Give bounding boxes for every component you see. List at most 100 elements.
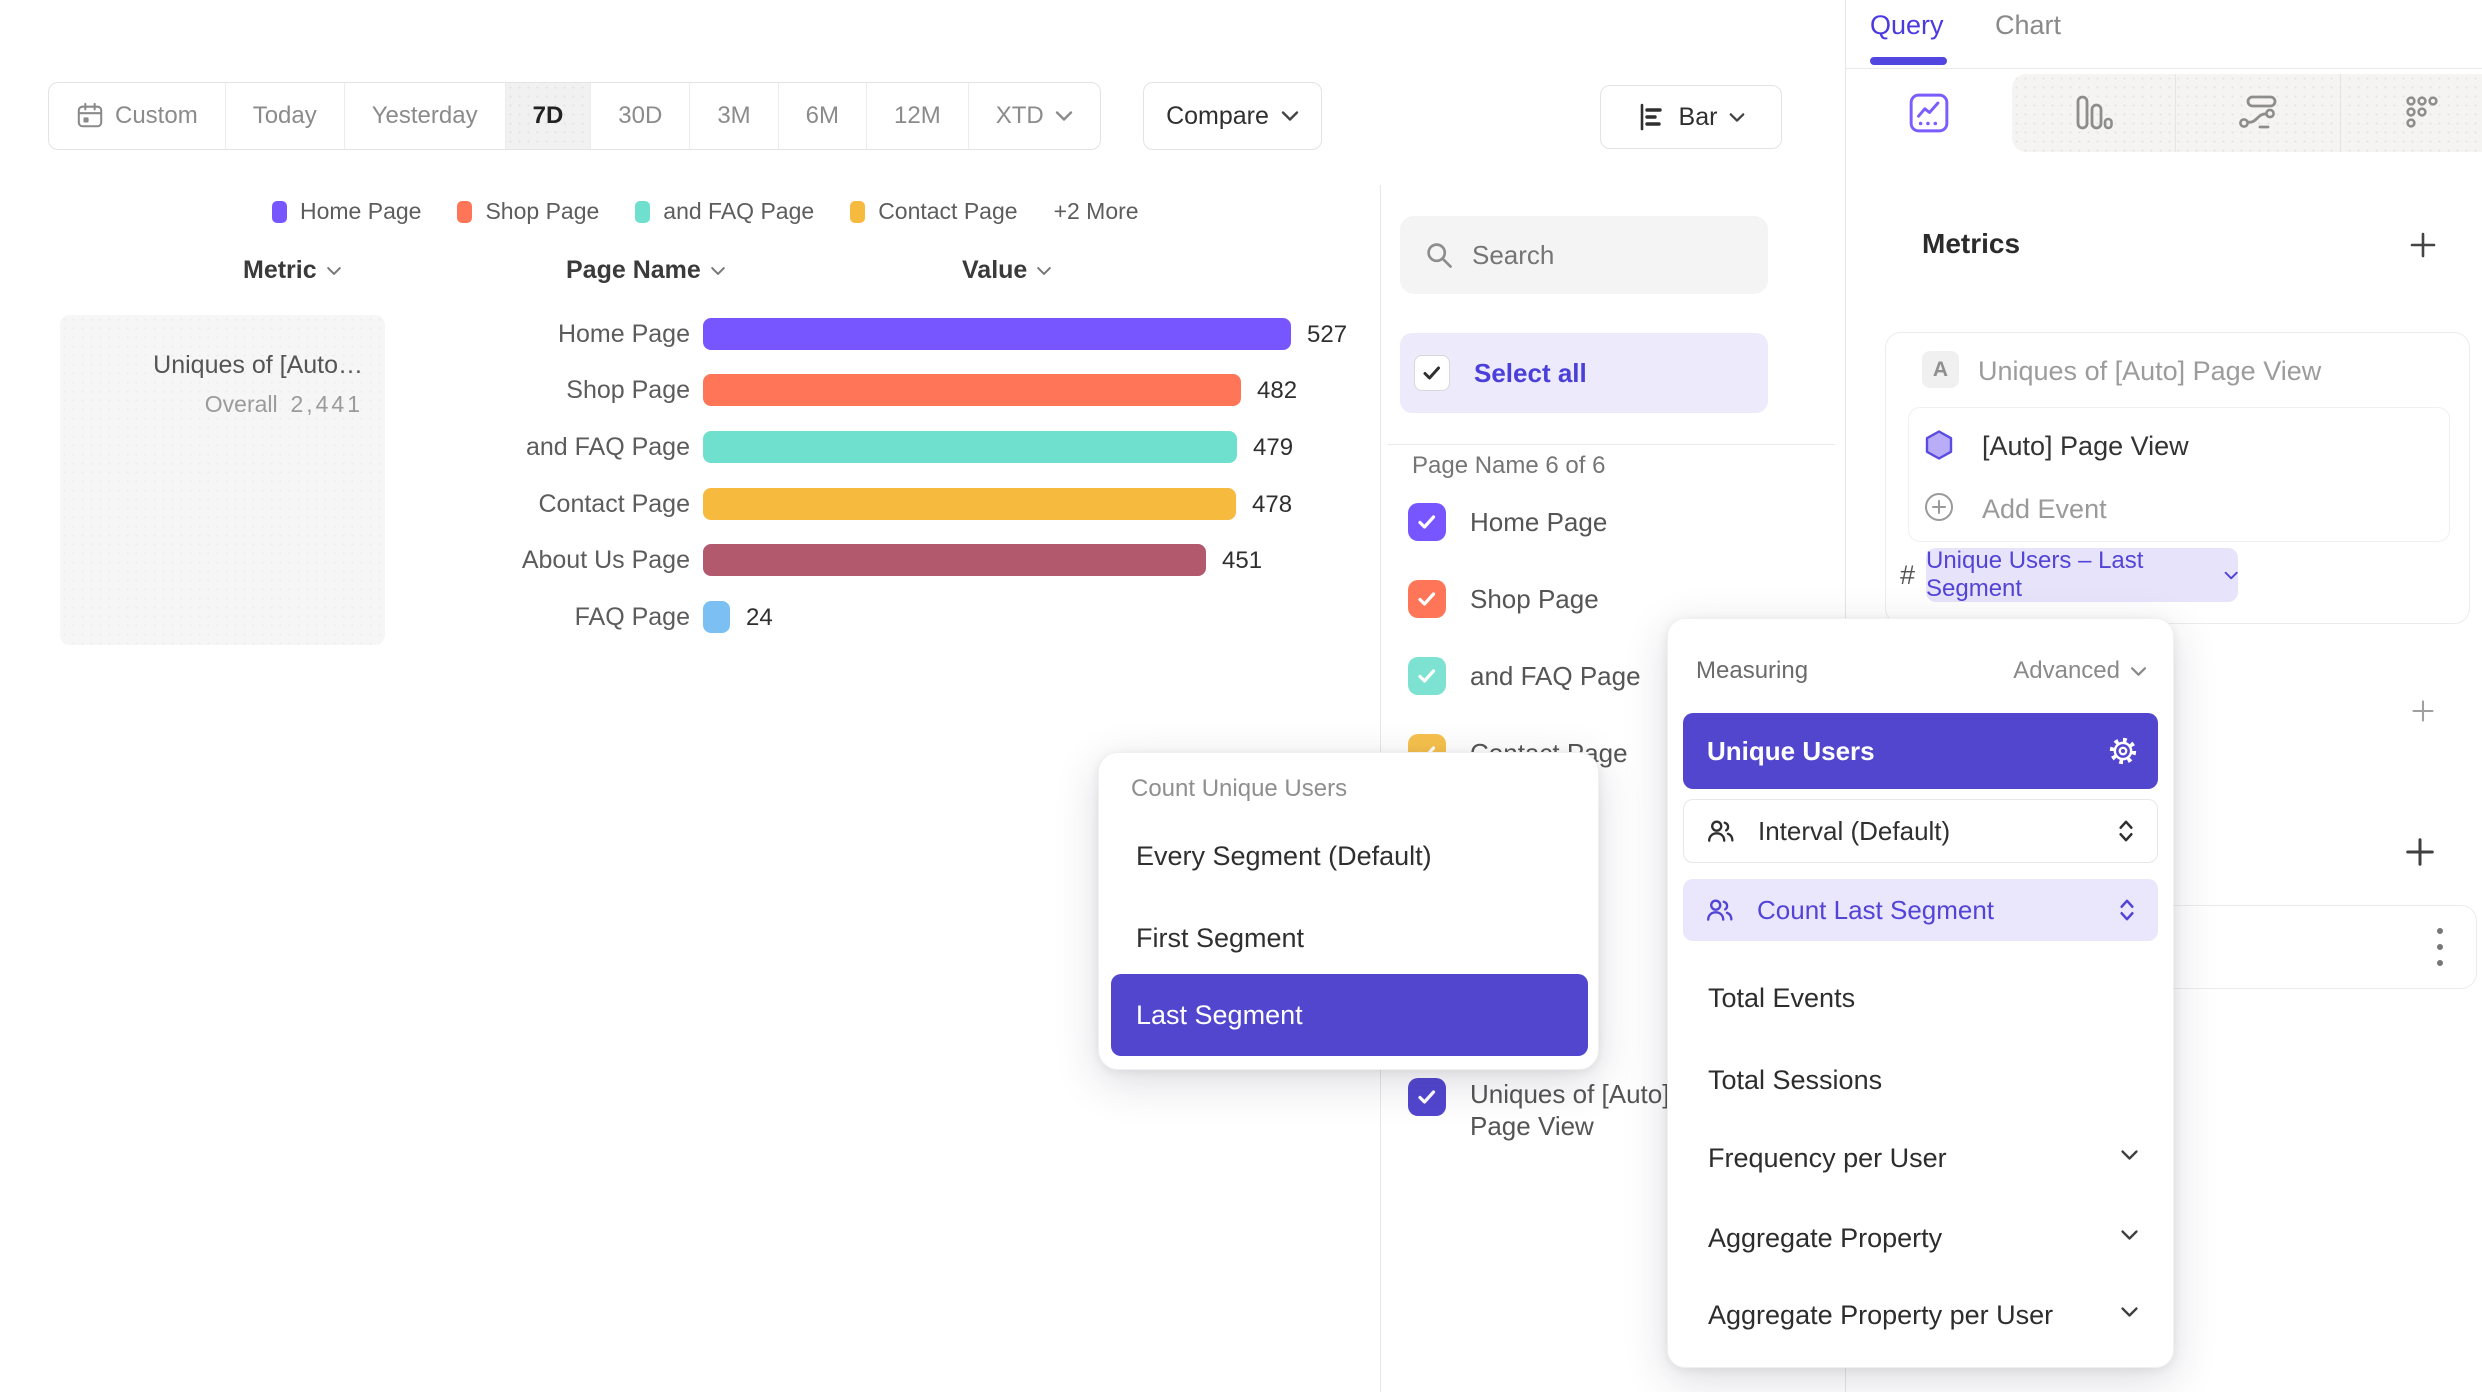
legend-item[interactable]: Shop Page	[457, 198, 599, 225]
option-unique-users-selected[interactable]: Unique Users	[1683, 713, 2158, 789]
add-event-icon[interactable]	[1924, 492, 1954, 527]
metrics-heading: Metrics	[1922, 228, 2020, 260]
event-label[interactable]: [Auto] Page View	[1982, 431, 2189, 462]
tab-query[interactable]: Query	[1870, 10, 1944, 41]
option-frequency-per-user[interactable]: Frequency per User	[1708, 1143, 1947, 1174]
table-row: About Us Page 451	[0, 544, 1380, 578]
search-box[interactable]	[1400, 216, 1768, 294]
column-header-page-name[interactable]: Page Name	[566, 256, 726, 285]
page-name-label: FAQ Page	[370, 603, 690, 632]
checkbox-shop-page[interactable]	[1408, 580, 1446, 618]
measure-pill[interactable]: Unique Users – Last Segment	[1926, 548, 2238, 602]
date-range-12m[interactable]: 12M	[867, 83, 969, 149]
add-event-label[interactable]: Add Event	[1982, 494, 2107, 525]
advanced-toggle[interactable]: Advanced	[2013, 657, 2147, 685]
legend-item[interactable]: and FAQ Page	[635, 198, 814, 225]
tab-flows[interactable]	[2236, 92, 2280, 139]
compare-button[interactable]: Compare	[1143, 82, 1322, 150]
date-range-7d[interactable]: 7D	[506, 83, 592, 149]
check-icon	[1415, 1085, 1439, 1109]
date-range-6m[interactable]: 6M	[779, 83, 867, 149]
filter-item-label[interactable]: Shop Page	[1470, 584, 1599, 615]
insights-chart-icon	[1908, 92, 1950, 134]
tab-separator	[2340, 74, 2341, 152]
tab-more-reports[interactable]	[2402, 92, 2444, 139]
chevron-down-icon	[1281, 110, 1299, 122]
value-bar[interactable]	[703, 488, 1236, 520]
date-range-custom[interactable]: Custom	[49, 83, 226, 149]
option-total-events[interactable]: Total Events	[1708, 983, 1855, 1014]
value-label: 482	[1257, 377, 1297, 405]
chart-type-button[interactable]: Bar	[1600, 85, 1782, 149]
value-bar[interactable]	[703, 431, 1237, 463]
stepper-icon	[2117, 817, 2135, 845]
measuring-title: Measuring	[1696, 657, 1808, 685]
analytics-app: Custom Today Yesterday 7D 30D 3M 6M 12M …	[0, 0, 2482, 1392]
select-all-checkbox[interactable]	[1414, 355, 1450, 391]
gear-icon[interactable]	[2108, 736, 2138, 771]
select-all-label: Select all	[1474, 358, 1587, 389]
date-range-3m[interactable]: 3M	[690, 83, 778, 149]
legend-swatch	[457, 201, 472, 223]
add-breakdown-button[interactable]	[2404, 836, 2436, 873]
value-bar[interactable]	[703, 601, 730, 633]
value-label: 24	[746, 604, 773, 632]
value-label: 451	[1222, 547, 1262, 575]
legend-more[interactable]: +2 More	[1054, 198, 1139, 225]
select-all-row[interactable]: Select all	[1400, 333, 1768, 413]
filter-item-label[interactable]: Home Page	[1470, 507, 1607, 538]
page-name-label: Shop Page	[370, 376, 690, 405]
table-row: Contact Page 478	[0, 488, 1380, 522]
check-icon	[1415, 587, 1439, 611]
date-range-xtd[interactable]: XTD	[969, 83, 1100, 149]
interval-stepper[interactable]: Interval (Default)	[1683, 799, 2158, 863]
metric-summary-cell[interactable]: Uniques of [Auto… Overall 2,441	[60, 315, 385, 645]
date-range-yesterday[interactable]: Yesterday	[345, 83, 506, 149]
option-aggregate-property-per-user[interactable]: Aggregate Property per User	[1708, 1300, 2053, 1331]
legend-item[interactable]: Contact Page	[850, 198, 1017, 225]
chevron-down-icon	[1055, 110, 1073, 122]
page-name-label: About Us Page	[370, 546, 690, 575]
sort-chevron-icon	[710, 266, 726, 276]
value-bar[interactable]	[703, 318, 1291, 350]
page-name-label: Home Page	[370, 320, 690, 349]
date-range-30d[interactable]: 30D	[591, 83, 690, 149]
chevron-down-icon	[2130, 666, 2147, 677]
tab-separator	[2175, 74, 2176, 152]
date-range-today[interactable]: Today	[226, 83, 345, 149]
value-bar[interactable]	[703, 374, 1241, 406]
sort-chevron-icon	[326, 266, 342, 276]
checkbox-uniques-metric[interactable]	[1408, 1078, 1446, 1116]
check-icon	[1415, 510, 1439, 534]
chevron-down-icon[interactable]	[2120, 1306, 2139, 1318]
column-header-value[interactable]: Value	[962, 256, 1052, 285]
option-first-segment[interactable]: First Segment	[1111, 897, 1588, 979]
tab-funnels[interactable]	[2072, 92, 2114, 139]
add-filter-button[interactable]	[2410, 698, 2436, 729]
kebab-menu-icon[interactable]	[2436, 926, 2444, 975]
value-bar[interactable]	[703, 544, 1206, 576]
option-every-segment[interactable]: Every Segment (Default)	[1111, 815, 1588, 897]
column-header-metric[interactable]: Metric	[243, 256, 342, 285]
chevron-down-icon[interactable]	[2120, 1149, 2139, 1161]
add-metric-button[interactable]	[2408, 230, 2438, 265]
chart-type-label: Bar	[1679, 103, 1718, 132]
filter-item-label[interactable]: and FAQ Page	[1470, 661, 1641, 692]
measuring-panel: Measuring Advanced Unique Users Interval…	[1667, 618, 2174, 1368]
legend-item[interactable]: Home Page	[272, 198, 421, 225]
chevron-down-icon[interactable]	[2120, 1229, 2139, 1241]
option-total-sessions[interactable]: Total Sessions	[1708, 1065, 1882, 1096]
option-aggregate-property[interactable]: Aggregate Property	[1708, 1223, 1942, 1254]
flows-icon	[2236, 92, 2280, 134]
search-input[interactable]	[1470, 239, 1744, 272]
chevron-down-icon	[1729, 112, 1745, 123]
bar-chart-icon	[1637, 103, 1667, 131]
value-label: 527	[1307, 321, 1347, 349]
count-last-segment-stepper[interactable]: Count Last Segment	[1683, 879, 2158, 941]
users-icon	[1705, 897, 1735, 923]
checkbox-home-page[interactable]	[1408, 503, 1446, 541]
tab-chart[interactable]: Chart	[1995, 10, 2061, 41]
tab-insights-selected[interactable]	[1908, 92, 1950, 139]
checkbox-and-faq-page[interactable]	[1408, 657, 1446, 695]
option-last-segment[interactable]: Last Segment	[1111, 974, 1588, 1056]
